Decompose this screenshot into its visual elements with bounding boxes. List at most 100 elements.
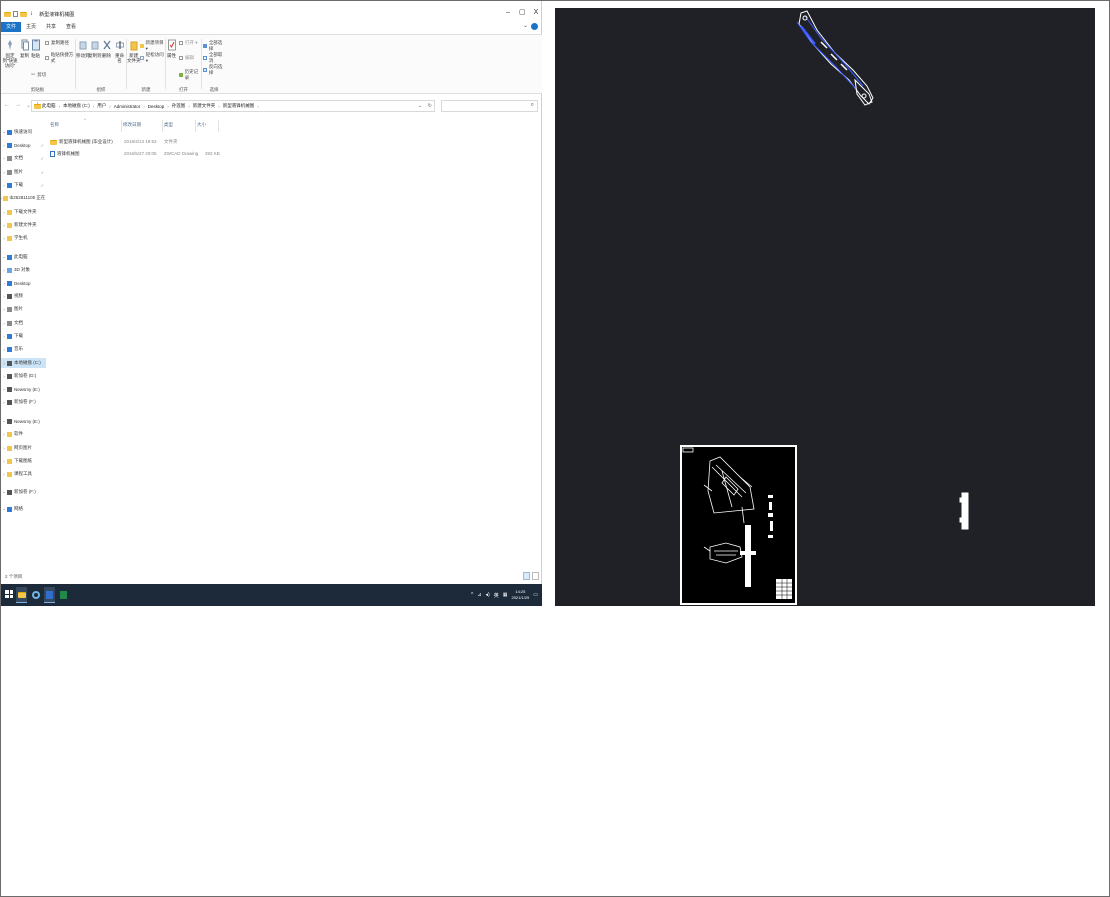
ime-indicator[interactable]: 英 bbox=[494, 592, 499, 599]
search-input[interactable]: ⌕ bbox=[441, 100, 538, 112]
properties-button[interactable]: 属性 bbox=[167, 39, 176, 58]
forward-arrow-icon[interactable]: → bbox=[15, 102, 21, 109]
column-header-size[interactable]: 大小 bbox=[197, 122, 206, 132]
tray-chevron-icon[interactable]: ^ bbox=[471, 592, 473, 598]
network-icon[interactable]: ⊿ bbox=[477, 592, 481, 598]
cad-part-diagonal[interactable] bbox=[796, 10, 874, 106]
refresh-icon[interactable]: ↻ bbox=[428, 103, 432, 109]
nav-item[interactable]: ›tb262811105 正在… bbox=[1, 193, 46, 203]
nav-item[interactable]: › 音乐 bbox=[1, 344, 46, 354]
breadcrumb-item[interactable]: Desktop bbox=[148, 104, 165, 109]
nav-item[interactable]: › 软件 bbox=[1, 429, 46, 439]
help-icon[interactable] bbox=[531, 23, 538, 30]
sort-ascending-icon: ^ bbox=[84, 117, 86, 122]
paste-shortcut-button[interactable]: 粘贴快捷方式 bbox=[45, 52, 74, 64]
nav-item[interactable]: › 新建文件夹 bbox=[1, 220, 46, 230]
tab-view[interactable]: 查看 bbox=[61, 22, 81, 32]
ribbon-collapse-icon[interactable]: ⌄ bbox=[523, 22, 528, 29]
nav-item[interactable]: › 学生机 bbox=[1, 233, 46, 243]
new-item-button[interactable]: 新建项目 ▾ bbox=[140, 40, 165, 52]
notification-icon[interactable]: ▭ bbox=[533, 592, 538, 598]
breadcrumb-item[interactable]: 新建文件夹 bbox=[193, 103, 216, 109]
nav-item[interactable]: ⌄ 网络 bbox=[1, 504, 46, 514]
file-row[interactable]: 新型液锋机械图 (毕业设计) 2018/4/13 19:53 文件夹 bbox=[50, 139, 250, 149]
minimize-button[interactable]: – bbox=[505, 8, 511, 18]
nav-item[interactable]: › Desktop ✓ bbox=[1, 140, 46, 150]
nav-item[interactable]: › 视频 bbox=[1, 291, 46, 301]
select-none-button[interactable]: 全部取消 bbox=[203, 52, 226, 64]
file-row[interactable]: 液锋机械图 2016/5/27 20:05 ZWCAD Drawing 393 … bbox=[50, 151, 250, 161]
tab-home[interactable]: 主页 bbox=[21, 22, 41, 32]
copy-to-button[interactable]: 复制到 bbox=[88, 39, 102, 58]
nav-item[interactable]: › 本地磁盘 (C:) bbox=[1, 358, 46, 368]
nav-item[interactable]: ⌄ Newsmy (E:) bbox=[1, 416, 46, 426]
breadcrumb-item[interactable]: 孙莲图 bbox=[172, 103, 186, 109]
tab-share[interactable]: 共享 bbox=[41, 22, 61, 32]
copy-button[interactable]: 复制 bbox=[20, 39, 29, 58]
column-header-type[interactable]: 类型 bbox=[164, 122, 173, 132]
open-button[interactable]: 打开 ▾ bbox=[179, 40, 198, 46]
cad-drawing-sheet[interactable] bbox=[680, 445, 797, 605]
tab-file[interactable]: 文件 bbox=[1, 22, 22, 32]
nav-item[interactable]: › 下载 ✓ bbox=[1, 180, 46, 190]
breadcrumb[interactable]: 此电脑 › 本地磁盘 (C:) › 用户 › Administrator › Deskt… bbox=[31, 100, 435, 112]
folder-icon bbox=[7, 222, 12, 228]
nav-item[interactable]: › 新加卷 (D:) bbox=[1, 371, 46, 381]
new-folder-button[interactable]: 新建 文件夹 bbox=[127, 39, 141, 63]
nav-item[interactable]: › 3D 对象 bbox=[1, 265, 46, 275]
nav-item[interactable]: › 下载 bbox=[1, 331, 46, 341]
easy-access-button[interactable]: 轻松访问 ▾ bbox=[140, 52, 165, 64]
start-icon[interactable] bbox=[5, 590, 13, 598]
nav-item[interactable]: › 下载文件夹 bbox=[1, 207, 46, 217]
nav-item[interactable]: › 下载图纸 bbox=[1, 456, 46, 466]
copy-path-button[interactable]: 复制路径 bbox=[45, 40, 69, 46]
excel-icon[interactable] bbox=[58, 587, 69, 603]
nav-item[interactable]: › 新加卷 (F:) bbox=[1, 397, 46, 407]
clock[interactable]: 14:25 2021/1/29 bbox=[511, 589, 529, 601]
browser-icon[interactable] bbox=[30, 587, 41, 603]
breadcrumb-item[interactable]: 用户 bbox=[97, 103, 106, 109]
nav-item[interactable]: › 图片 ✓ bbox=[1, 167, 46, 177]
nav-item[interactable]: › 文档 ✓ bbox=[1, 153, 46, 163]
breadcrumb-item[interactable]: 此电脑 bbox=[42, 103, 56, 109]
nav-item[interactable]: › Desktop bbox=[1, 278, 46, 288]
file-explorer-icon[interactable] bbox=[16, 587, 27, 603]
nav-item[interactable]: › 课程工具 bbox=[1, 469, 46, 479]
close-button[interactable]: X bbox=[533, 8, 539, 18]
history-button[interactable]: 历史记录 bbox=[179, 69, 201, 81]
invert-selection-button[interactable]: 反向选择 bbox=[203, 64, 226, 76]
pin-quick-access-button[interactable]: 固定到"快速访问" bbox=[2, 39, 18, 68]
cad-part-small[interactable] bbox=[959, 492, 969, 530]
nav-item[interactable]: ⌄ 新加卷 (F:) bbox=[1, 487, 46, 497]
breadcrumb-item[interactable]: 新型液锋机械图 bbox=[223, 103, 255, 109]
word-icon[interactable] bbox=[44, 587, 55, 603]
nav-item[interactable]: › 网页图片 bbox=[1, 443, 46, 453]
delete-button[interactable]: 删除 bbox=[102, 39, 111, 58]
breadcrumb-item[interactable]: Administrator bbox=[114, 104, 141, 109]
details-view-icon[interactable] bbox=[523, 572, 530, 580]
nav-item[interactable]: ⌄ 快速访问 bbox=[1, 127, 46, 137]
edit-button[interactable]: 编辑 bbox=[179, 55, 194, 61]
nav-item[interactable]: › Newsmy (E:) bbox=[1, 384, 46, 394]
maximize-button[interactable]: ▢ bbox=[519, 8, 526, 18]
address-dropdown-icon[interactable]: ⌄ bbox=[418, 103, 422, 109]
large-icons-view-icon[interactable] bbox=[532, 572, 539, 580]
nav-item[interactable]: › 文档 bbox=[1, 318, 46, 328]
paste-button[interactable]: 粘贴 bbox=[31, 39, 40, 58]
keyboard-icon[interactable]: ▦ bbox=[503, 592, 508, 598]
column-header-name[interactable]: 名称 bbox=[50, 122, 59, 132]
cad-drawing-canvas[interactable] bbox=[555, 8, 1095, 606]
nav-item[interactable]: ⌄ 此电脑 bbox=[1, 252, 46, 262]
back-arrow-icon[interactable]: ← bbox=[4, 102, 10, 109]
volume-icon[interactable]: ◂) bbox=[486, 592, 490, 598]
nav-item[interactable]: › 图片 bbox=[1, 304, 46, 314]
title-bar[interactable]: ⇂ 新型液锋机械图 – ▢ X bbox=[1, 7, 542, 21]
qa-dropdown-icon[interactable]: ⇂ bbox=[29, 11, 33, 17]
breadcrumb-item[interactable]: 本地磁盘 (C:) bbox=[63, 103, 90, 109]
rename-button[interactable]: 重命名 bbox=[113, 39, 126, 63]
column-header-date[interactable]: 修改日期 bbox=[123, 122, 141, 132]
cut-button[interactable]: ✂ 剪切 bbox=[31, 72, 46, 78]
select-all-button[interactable]: 全部选择 bbox=[203, 40, 226, 52]
new-folder-icon[interactable] bbox=[20, 11, 27, 17]
properties-icon[interactable] bbox=[13, 11, 18, 17]
